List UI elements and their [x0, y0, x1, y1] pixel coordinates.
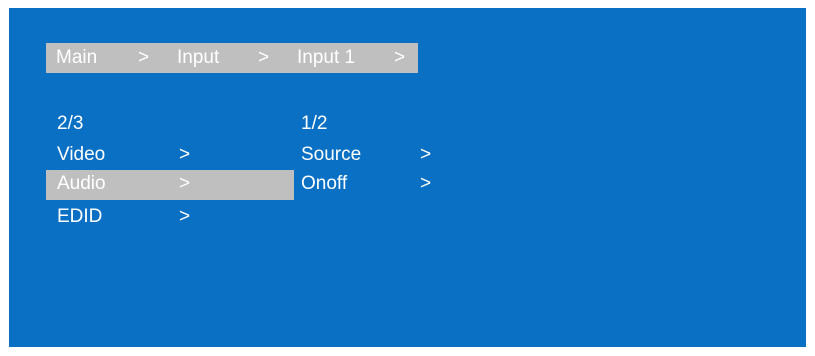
right-menu-page-indicator: 1/2	[301, 113, 328, 134]
menu-item-label: Onoff	[301, 173, 348, 194]
menu-item-video[interactable]: Video >	[46, 141, 294, 171]
breadcrumb-separator: >	[258, 47, 270, 68]
breadcrumb-separator: >	[394, 47, 406, 68]
menu-item-label: EDID	[57, 206, 103, 227]
menu-item-label: Video	[57, 144, 106, 165]
chevron-right-icon: >	[420, 144, 432, 165]
menu-item-label: Audio	[57, 173, 106, 194]
chevron-right-icon: >	[179, 206, 191, 227]
breadcrumb: Main > Input > Input 1 >	[46, 43, 418, 73]
chevron-right-icon: >	[420, 173, 432, 194]
chevron-right-icon: >	[179, 173, 191, 194]
menu-item-edid[interactable]: EDID >	[46, 203, 294, 233]
menu-item-label: Source	[301, 144, 362, 165]
menu-item-onoff[interactable]: Onoff >	[294, 170, 464, 200]
breadcrumb-item-input[interactable]: Input	[177, 48, 219, 68]
left-menu-page-indicator: 2/3	[57, 113, 84, 134]
breadcrumb-item-main[interactable]: Main	[56, 48, 97, 68]
menu-item-audio[interactable]: Audio >	[46, 170, 294, 200]
breadcrumb-separator: >	[138, 47, 150, 68]
breadcrumb-item-input-1[interactable]: Input 1	[297, 48, 355, 68]
osd-screen: Main > Input > Input 1 > 2/3 Video > Aud…	[9, 8, 806, 347]
menu-item-source[interactable]: Source >	[294, 141, 464, 171]
chevron-right-icon: >	[179, 144, 191, 165]
